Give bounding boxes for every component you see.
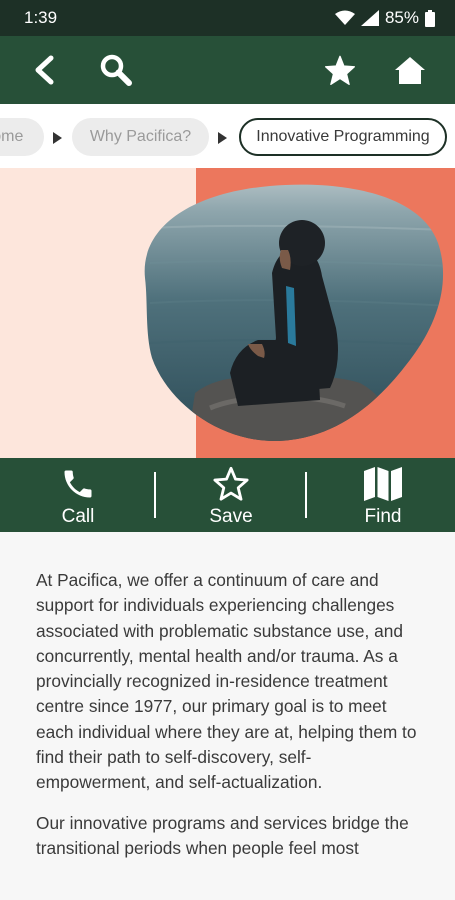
back-icon [35, 55, 54, 85]
save-button[interactable]: Save [176, 462, 286, 532]
back-button[interactable] [24, 50, 64, 90]
hero-photo [144, 184, 444, 442]
action-bar: Call Save Find [0, 458, 455, 532]
breadcrumb-home[interactable]: Home [0, 118, 44, 156]
wifi-icon [334, 10, 355, 25]
breadcrumb-arrow-icon [53, 132, 62, 144]
find-button[interactable]: Find [328, 462, 438, 532]
status-bar: 1:39 85% [0, 0, 455, 36]
content-paragraph: Our innovative programs and services bri… [36, 812, 409, 858]
breadcrumb: Home Why Pacifica? Innovative Programmin… [0, 104, 455, 168]
search-icon [100, 54, 132, 86]
call-button[interactable]: Call [23, 462, 133, 532]
hero-banner [0, 168, 455, 458]
home-icon [395, 57, 425, 84]
home-button[interactable] [390, 50, 430, 90]
breadcrumb-label: Why Pacifica? [89, 128, 192, 145]
action-divider [154, 472, 156, 518]
favorite-button[interactable] [320, 50, 360, 90]
battery-percent: 85% [384, 8, 419, 27]
star-icon [325, 55, 355, 85]
search-button[interactable] [96, 50, 136, 90]
breadcrumb-why-pacifica[interactable]: Why Pacifica? [72, 118, 209, 156]
save-label: Save [209, 506, 253, 527]
call-label: Call [61, 506, 95, 527]
find-label: Find [364, 506, 402, 527]
breadcrumb-arrow-icon [218, 132, 227, 144]
content-paragraph: At Pacifica, we offer a continuum of car… [36, 570, 417, 793]
battery-icon [425, 9, 435, 27]
breadcrumb-label: Innovative Programming [256, 128, 430, 145]
breadcrumb-innovative-programming[interactable]: Innovative Programming [239, 118, 447, 156]
action-divider [305, 472, 307, 518]
breadcrumb-label: Home [0, 128, 24, 145]
map-icon [364, 467, 402, 501]
app-bar [0, 36, 455, 104]
status-icons: 85% [334, 8, 435, 28]
star-outline-icon [213, 466, 249, 501]
status-time: 1:39 [24, 8, 58, 27]
signal-icon [360, 10, 379, 26]
content-body: At Pacifica, we offer a continuum of car… [0, 532, 455, 900]
phone-icon [64, 470, 92, 498]
